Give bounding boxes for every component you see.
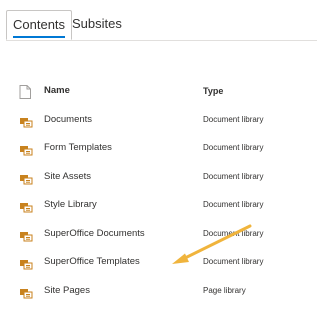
row-name[interactable]: Site Pages — [44, 277, 90, 305]
table-row[interactable]: SuperOffice Documents Document library — [0, 220, 317, 249]
row-type: Document library — [203, 228, 264, 238]
row-type: Document library — [203, 143, 264, 152]
library-icon — [19, 142, 33, 156]
row-name[interactable]: Style Library — [44, 191, 97, 219]
table-row[interactable]: SuperOffice Templates Document library — [0, 248, 317, 277]
row-type: Document library — [203, 257, 264, 266]
row-type: Page library — [203, 285, 246, 295]
table-header: Name Type — [0, 77, 317, 106]
tab-subsites-label: Subsites — [72, 16, 122, 31]
tab-bar: Contents Subsites — [6, 10, 317, 42]
library-icon — [19, 114, 33, 128]
row-name[interactable]: Form Templates — [44, 134, 112, 162]
table-row[interactable]: Form Templates Document library — [0, 134, 317, 163]
library-icon — [19, 171, 33, 185]
table-row[interactable]: Documents Document library — [0, 106, 317, 135]
table-row[interactable]: Style Library Document library — [0, 191, 317, 220]
column-header-type[interactable]: Type — [203, 77, 223, 105]
contents-table: Name Type Documents Document library For… — [0, 77, 317, 305]
row-name[interactable]: Site Assets — [44, 163, 91, 191]
library-icon — [19, 228, 33, 242]
tab-divider — [6, 40, 317, 41]
table-row[interactable]: Site Assets Document library — [0, 163, 317, 192]
row-name[interactable]: SuperOffice Documents — [44, 220, 145, 248]
tab-contents[interactable]: Contents — [6, 10, 73, 40]
file-type-header-icon[interactable] — [19, 85, 33, 99]
table-row[interactable]: Site Pages Page library — [0, 277, 317, 306]
row-type: Document library — [203, 200, 264, 209]
row-type: Document library — [203, 171, 264, 181]
column-header-name[interactable]: Name — [44, 77, 70, 105]
row-name[interactable]: Documents — [44, 106, 92, 134]
site-contents-page: Contents Subsites Name Type Documents Do… — [0, 0, 317, 315]
tab-contents-label: Contents — [13, 15, 66, 38]
tab-subsites[interactable]: Subsites — [66, 10, 128, 40]
library-icon — [19, 256, 33, 270]
row-type: Document library — [203, 114, 264, 124]
library-icon — [19, 285, 33, 299]
library-icon — [19, 199, 33, 213]
row-name[interactable]: SuperOffice Templates — [44, 248, 140, 276]
